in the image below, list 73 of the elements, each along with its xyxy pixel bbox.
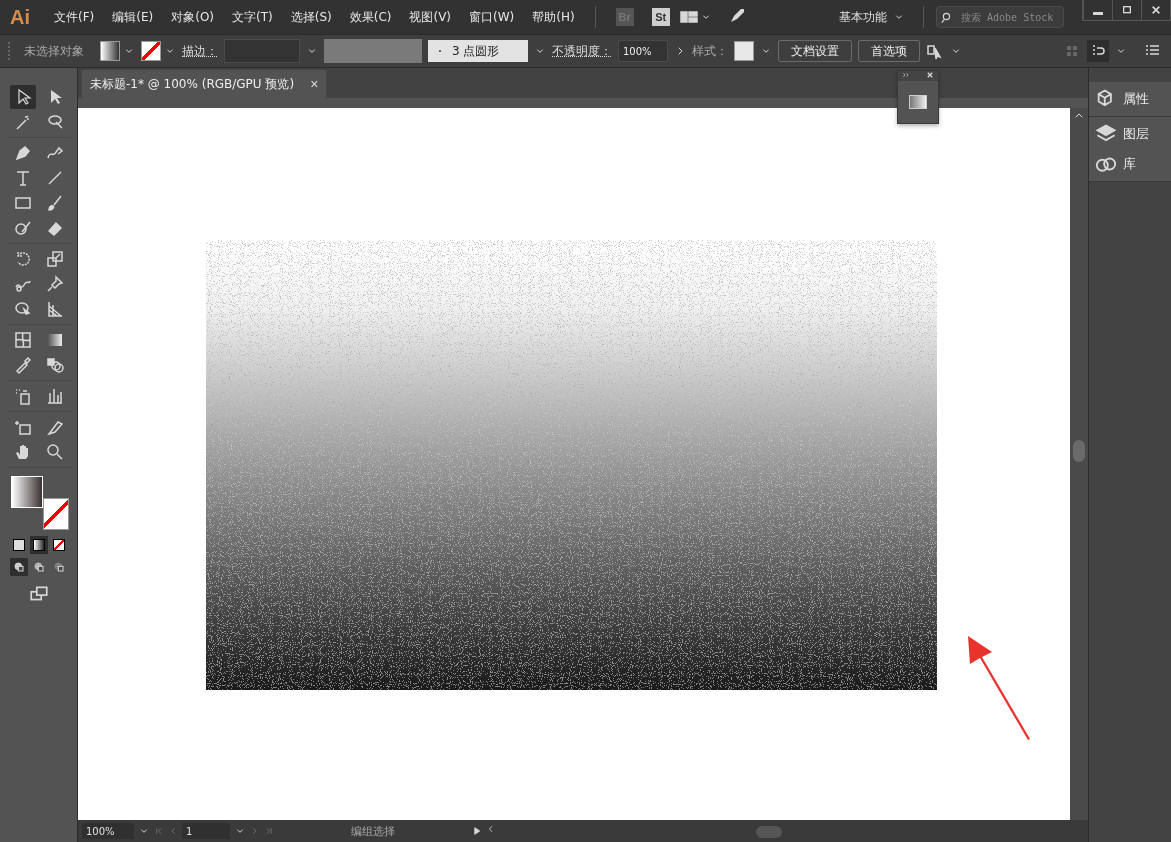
fill-swatch[interactable] — [100, 41, 120, 61]
stroke-label[interactable]: 描边： — [182, 42, 218, 60]
menu-item[interactable]: 视图(V) — [401, 6, 460, 28]
blend-icon — [45, 356, 64, 374]
panel-tab[interactable]: 库 — [1095, 153, 1165, 175]
rectangle-icon — [13, 194, 32, 212]
zoom-icon — [45, 443, 64, 461]
zoom-field[interactable]: 100% — [82, 823, 134, 839]
menu-item[interactable]: 编辑(E) — [104, 6, 162, 28]
arrange-icon — [926, 42, 944, 60]
eyedropper-icon — [13, 356, 32, 374]
toolbar-button[interactable]: 文档设置 — [778, 40, 852, 62]
mesh-icon — [13, 331, 32, 349]
scrollbar-thumb[interactable] — [1073, 440, 1085, 462]
draw-mode-icon — [32, 561, 45, 573]
play-icon — [472, 826, 482, 836]
brush-dropdown[interactable]: 3 点圆形 — [428, 40, 528, 62]
menu-item[interactable]: 文件(F) — [46, 6, 103, 28]
opacity-field[interactable]: 100% — [618, 40, 668, 62]
expand-icon — [902, 71, 910, 79]
toolbar-button[interactable]: 首选项 — [858, 40, 920, 62]
close-icon — [926, 71, 934, 79]
shape-builder-icon — [13, 300, 32, 318]
first-page-icon — [154, 826, 164, 836]
style-swatch[interactable] — [734, 41, 754, 61]
draw-mode-button[interactable] — [9, 558, 28, 576]
menu-item[interactable]: 帮助(H) — [524, 6, 583, 28]
draw-mode-icon — [52, 561, 65, 573]
lasso-icon — [45, 113, 64, 131]
artboard-field[interactable]: 1 — [182, 823, 230, 839]
layout-icon — [679, 8, 698, 26]
knife-icon — [45, 418, 64, 436]
perspective-grid-icon — [45, 300, 64, 318]
workspace-switcher[interactable]: 基本功能 — [833, 6, 911, 28]
maximize-icon — [1121, 4, 1133, 16]
gradient-icon — [45, 331, 64, 349]
artboard-icon — [13, 418, 32, 436]
search-field[interactable]: 搜索 Adobe Stock — [936, 6, 1064, 28]
app-badge[interactable]: St — [651, 8, 670, 26]
menu-item[interactable]: 对象(O) — [163, 6, 223, 28]
paintbrush-icon — [45, 194, 64, 212]
fill-color-swatch[interactable] — [10, 476, 43, 508]
tab-close-button[interactable]: × — [310, 76, 319, 92]
document-tab[interactable]: 未标题-1* @ 100% (RGB/GPU 预览) × — [82, 70, 327, 98]
prev-page-icon — [168, 826, 178, 836]
scale-icon — [45, 250, 64, 268]
scrollbar-thumb[interactable] — [756, 826, 782, 838]
stroke-color-swatch[interactable] — [42, 498, 69, 530]
opacity-label[interactable]: 不透明度： — [552, 42, 612, 60]
pin-icon — [45, 275, 64, 293]
minimize-icon[interactable] — [1093, 11, 1103, 15]
fill-mode-button[interactable] — [29, 536, 48, 554]
close-icon — [1150, 4, 1162, 16]
gradient-swatch-icon[interactable] — [909, 95, 927, 109]
draw-mode-icon — [12, 561, 25, 573]
symbol-sprayer-icon — [13, 387, 32, 405]
menu-item[interactable]: 效果(C) — [341, 6, 400, 28]
menu-item[interactable]: 窗口(W) — [461, 6, 523, 28]
selection-status: 未选择对象 — [24, 42, 84, 60]
menu-item[interactable]: 选择(S) — [282, 6, 340, 28]
style-label: 样式： — [692, 42, 728, 60]
panel-tab[interactable]: 图层 — [1095, 123, 1165, 145]
shaper-icon — [13, 219, 32, 237]
app-logo: Ai — [10, 5, 30, 29]
menu-item[interactable]: 文字(T) — [224, 6, 281, 28]
stroke-swatch[interactable] — [141, 41, 161, 61]
pen-icon — [13, 144, 32, 162]
dot-icon — [436, 47, 444, 55]
eraser-icon — [45, 219, 64, 237]
column-graph-icon — [45, 387, 64, 405]
tool-button[interactable] — [9, 85, 36, 109]
current-tool-status: 编组选择 — [350, 823, 396, 839]
last-page-icon — [264, 826, 274, 836]
